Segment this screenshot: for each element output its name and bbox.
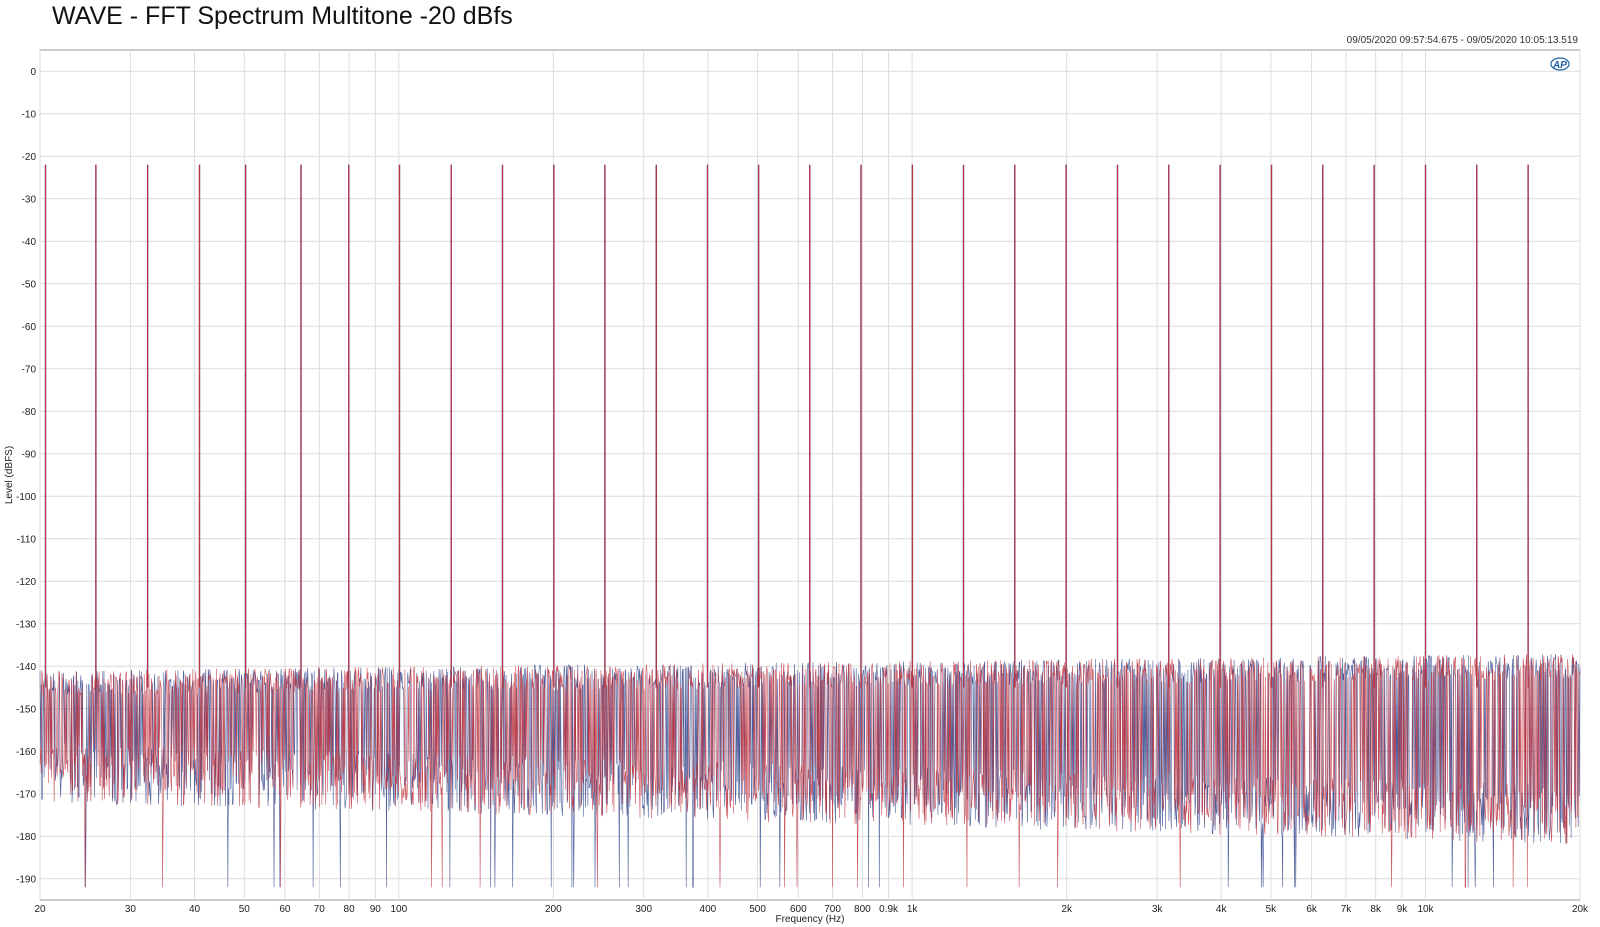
- x-tick-label: 0.9k: [879, 904, 899, 915]
- x-tick-label: 4k: [1216, 904, 1228, 915]
- y-tick-label: -40: [22, 237, 37, 248]
- y-tick-label: -150: [16, 704, 36, 715]
- y-tick-label: -70: [22, 364, 37, 375]
- x-tick-label: 5k: [1266, 904, 1278, 915]
- x-tick-label: 3k: [1152, 904, 1164, 915]
- y-axis-ticks: 0 -10 -20 -30 -40 -50 -60 -70 -80 -90 -100 -110 -120…: [16, 67, 37, 885]
- x-tick-label: 2k: [1061, 904, 1073, 915]
- x-tick-label: 200: [545, 904, 562, 915]
- x-tick-label: 40: [189, 904, 201, 915]
- x-tick-label: 20: [34, 904, 46, 915]
- ap-logo-text: AP: [1552, 60, 1567, 71]
- x-tick-label: 300: [635, 904, 652, 915]
- x-tick-label: 500: [749, 904, 766, 915]
- x-tick-label: 20k: [1572, 904, 1589, 915]
- y-tick-label: -120: [16, 577, 36, 588]
- y-tick-label: -60: [22, 322, 37, 333]
- x-tick-label: 1k: [907, 904, 919, 915]
- y-tick-label: -110: [17, 534, 37, 545]
- x-tick-label: 800: [854, 904, 871, 915]
- y-tick-label: -130: [16, 619, 36, 630]
- x-tick-label: 400: [700, 904, 717, 915]
- y-tick-label: -90: [22, 449, 37, 460]
- y-tick-label: -100: [16, 492, 36, 503]
- y-tick-label: 0: [30, 67, 36, 78]
- ap-logo-icon: AP: [1550, 57, 1570, 71]
- y-tick-label: -180: [16, 832, 36, 843]
- y-tick-label: -190: [16, 874, 36, 885]
- x-tick-label: 50: [239, 904, 251, 915]
- y-tick-label: -30: [22, 194, 37, 205]
- y-tick-label: -50: [22, 279, 37, 290]
- fft-spectrum-chart: 0 -10 -20 -30 -40 -50 -60 -70 -80 -90 -100 -110 -120…: [4, 49, 1589, 925]
- y-tick-label: -10: [22, 109, 37, 120]
- x-tick-label: 90: [370, 904, 382, 915]
- x-tick-label: 70: [314, 904, 326, 915]
- x-tick-label: 30: [125, 904, 137, 915]
- x-axis-label: Frequency (Hz): [776, 914, 845, 925]
- y-tick-label: -170: [16, 789, 36, 800]
- y-tick-label: -160: [16, 747, 36, 758]
- y-tick-label: -80: [22, 407, 37, 418]
- x-tick-label: 100: [390, 904, 407, 915]
- x-tick-label: 10k: [1417, 904, 1434, 915]
- x-tick-label: 9k: [1397, 904, 1409, 915]
- x-tick-label: 6k: [1306, 904, 1318, 915]
- x-tick-label: 60: [279, 904, 291, 915]
- y-axis-label: Level (dBFS): [4, 446, 15, 504]
- x-tick-label: 8k: [1370, 904, 1382, 915]
- x-tick-label: 80: [344, 904, 356, 915]
- y-tick-label: -140: [16, 662, 36, 673]
- x-tick-label: 7k: [1341, 904, 1353, 915]
- y-tick-label: -20: [22, 152, 37, 163]
